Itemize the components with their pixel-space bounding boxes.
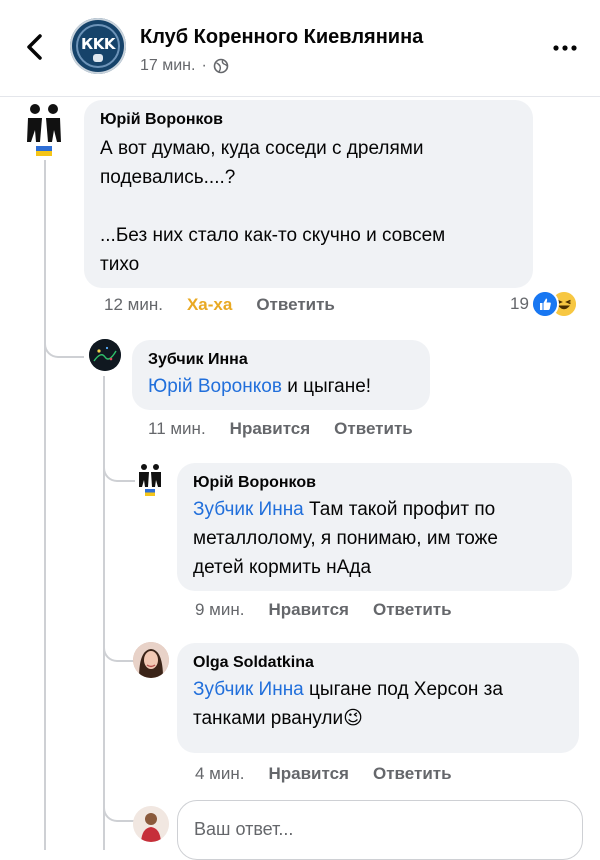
like-button[interactable]: Нравится xyxy=(230,419,311,439)
post-meta: 17 мин. · xyxy=(140,57,229,75)
comment-text: Юрій Воронков и цыгане! xyxy=(148,376,372,397)
comment-actions: 11 мин. Нравится Ответить xyxy=(148,419,413,439)
meta-separator: · xyxy=(201,57,207,74)
reply-input[interactable]: Ваш ответ... xyxy=(177,800,583,860)
group-logo[interactable]: КKK xyxy=(70,18,126,74)
thread-curve-2 xyxy=(103,460,135,482)
reply-button[interactable]: Ответить xyxy=(256,295,335,315)
current-user-avatar xyxy=(133,806,169,842)
reaction-summary[interactable]: 19 xyxy=(510,292,576,316)
avatar[interactable] xyxy=(136,462,164,498)
reply-button[interactable]: Ответить xyxy=(334,419,413,439)
thread-curve-1 xyxy=(44,318,84,358)
thread-curve-3 xyxy=(103,622,135,662)
thread-curve-4 xyxy=(103,786,135,822)
thread-line-main xyxy=(44,160,46,850)
mention-link[interactable]: Зубчик Инна xyxy=(193,679,304,700)
thread-line-inner xyxy=(103,376,105,850)
comment-author[interactable]: Olga Soldatkina xyxy=(193,653,563,673)
like-icon xyxy=(532,292,557,316)
mention-link[interactable]: Юрій Воронков xyxy=(148,376,282,397)
comment-actions: 9 мин. Нравится Ответить xyxy=(195,600,452,620)
wink-emoji: 😉 xyxy=(343,708,363,729)
like-button[interactable]: Нравится xyxy=(268,600,349,620)
mention-link[interactable]: Зубчик Инна xyxy=(193,499,304,520)
comment-author[interactable]: Юрій Воронков xyxy=(193,473,556,493)
reply-button[interactable]: Ответить xyxy=(373,764,452,784)
post-time: 17 мин. xyxy=(140,57,196,74)
comment-bubble: Зубчик Инна Юрій Воронков и цыгане! xyxy=(132,340,430,410)
comment-time[interactable]: 9 мин. xyxy=(195,600,244,620)
avatar[interactable] xyxy=(22,100,66,160)
group-name[interactable]: Клуб Коренного Киевлянина xyxy=(140,26,423,49)
avatar[interactable] xyxy=(133,642,169,678)
comment-bubble: Olga Soldatkina Зубчик Инна цыгане под Х… xyxy=(177,643,579,753)
reaction-count: 19 xyxy=(510,294,529,313)
avatar[interactable] xyxy=(89,339,121,371)
comment-actions: 12 мин. Ха-ха Ответить xyxy=(104,295,335,315)
comment-text: Зубчик Инна Там такой профит по металлол… xyxy=(193,499,498,578)
comment-time[interactable]: 12 мин. xyxy=(104,295,163,315)
reply-placeholder: Ваш ответ... xyxy=(194,819,294,839)
comment-text: А вот думаю, куда соседи с дрелями подев… xyxy=(100,138,446,275)
back-arrow-icon[interactable] xyxy=(20,30,50,64)
like-button[interactable]: Нравится xyxy=(268,764,349,784)
comment-author[interactable]: Зубчик Инна xyxy=(148,350,414,370)
post-header: КKK Клуб Коренного Киевлянина 17 мин. · xyxy=(0,0,600,97)
comment-time[interactable]: 11 мин. xyxy=(148,419,206,439)
reply-button[interactable]: Ответить xyxy=(373,600,452,620)
comment-bubble: Юрій Воронков Зубчик Инна Там такой проф… xyxy=(177,463,572,591)
comment-bubble: Юрій Воронков А вот думаю, куда соседи с… xyxy=(84,100,533,288)
more-options-icon[interactable] xyxy=(552,38,578,58)
comment-time[interactable]: 4 мин. xyxy=(195,764,244,784)
comment-author[interactable]: Юрій Воронков xyxy=(100,110,517,130)
comment-actions: 4 мин. Нравится Ответить xyxy=(195,764,452,784)
comment-text: Зубчик Инна цыгане под Херсон за танками… xyxy=(193,679,503,729)
reaction-haha-button[interactable]: Ха-ха xyxy=(187,295,232,315)
globe-icon xyxy=(213,58,229,74)
